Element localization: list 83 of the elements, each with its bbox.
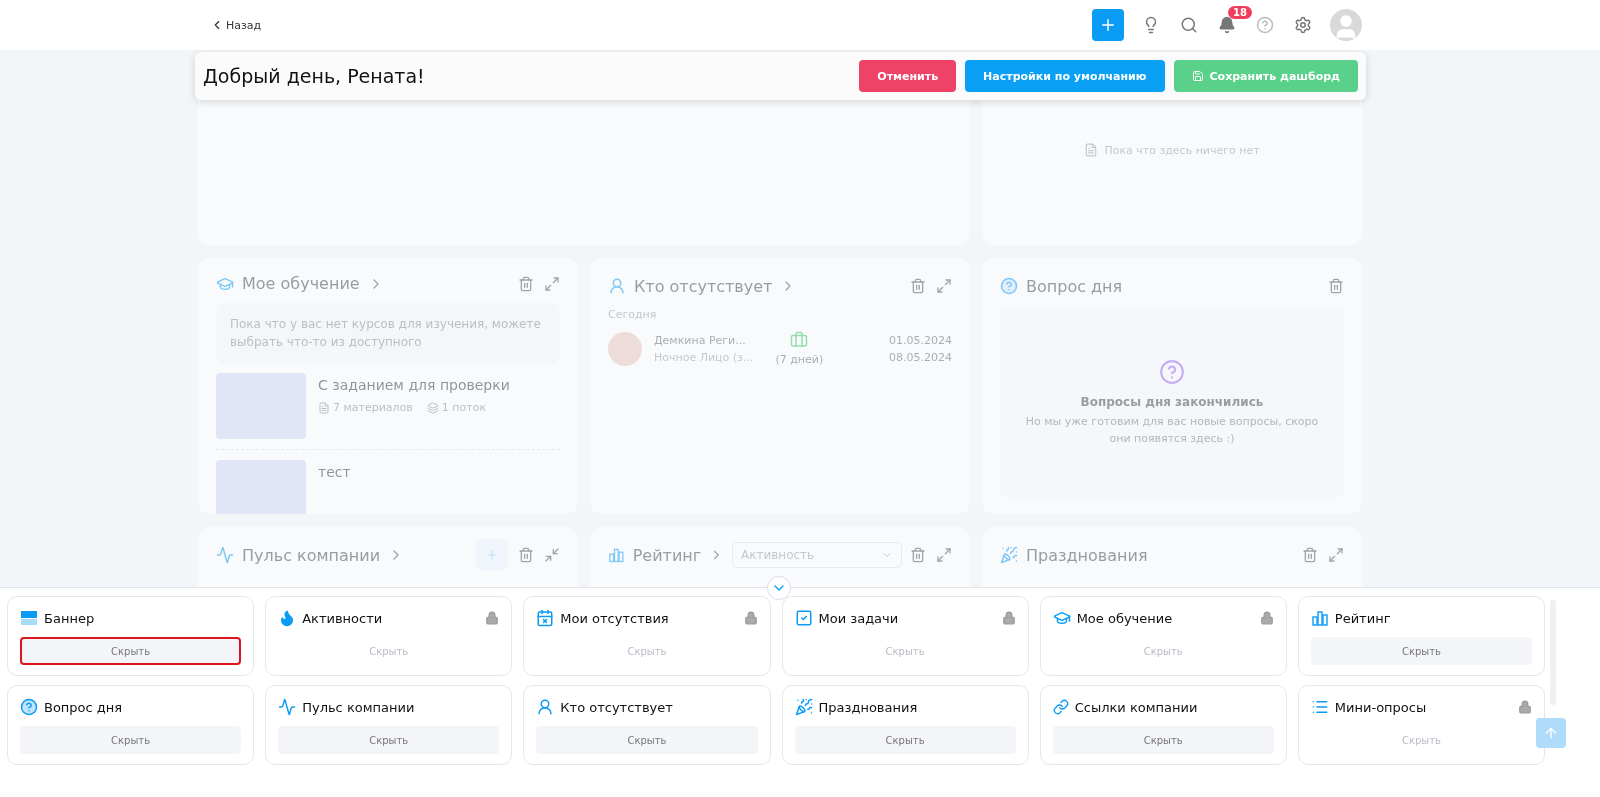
document-icon — [318, 401, 330, 414]
plus-icon — [485, 548, 499, 562]
hide-button[interactable]: Скрыть — [278, 726, 500, 754]
materials-count: 7 материалов — [333, 401, 413, 414]
pulse-icon — [278, 698, 297, 716]
list-icon — [1310, 698, 1329, 716]
expand-icon[interactable] — [936, 547, 952, 563]
toolbar-button[interactable]: Сохранить дашборд — [1173, 60, 1358, 92]
trash-icon[interactable] — [910, 547, 926, 563]
bar-chart-icon — [608, 546, 625, 564]
help-icon[interactable] — [1254, 14, 1276, 36]
expand-icon[interactable] — [936, 278, 952, 294]
empty-text: Но мы уже готовим для вас новые вопросы, скоро они появятся здесь :) — [1024, 414, 1320, 447]
banner-icon — [20, 609, 38, 627]
pulse-icon — [216, 546, 234, 564]
question-icon — [1159, 359, 1185, 385]
trash-icon[interactable] — [1302, 547, 1318, 563]
trash-icon[interactable] — [518, 275, 534, 292]
course-title[interactable]: тест — [318, 464, 351, 480]
widget-title: Мои отсутствия — [560, 610, 669, 626]
widget-title: Ссылки компании — [1074, 699, 1198, 715]
widget-title: Кто отсутствует — [560, 699, 673, 715]
card-title: Кто отсутствует — [634, 276, 773, 296]
widget-title: Мини-опросы — [1334, 699, 1427, 715]
widget-title: Мои задачи — [818, 610, 899, 626]
party-popper-icon — [1000, 546, 1018, 564]
hide-button[interactable]: Скрыть — [794, 726, 1016, 754]
collapse-icon[interactable] — [544, 547, 560, 563]
widget-title: Активности — [302, 610, 383, 626]
widget-title: Мое обучение — [1076, 610, 1173, 626]
card-title: Вопрос дня — [1026, 276, 1123, 296]
notification-badge: 18 — [1228, 6, 1252, 19]
collapse-button[interactable] — [767, 576, 791, 600]
link-icon — [1052, 699, 1069, 715]
help-icon — [20, 698, 38, 716]
avatar-placeholder — [608, 331, 642, 366]
trash-icon[interactable] — [910, 278, 926, 294]
calendar-icon — [536, 609, 555, 627]
checkbox-icon — [794, 609, 813, 627]
expand-icon[interactable] — [1328, 547, 1344, 563]
scroll-top-button[interactable] — [1536, 718, 1566, 748]
plus-icon — [1099, 16, 1117, 34]
user-icon — [608, 277, 626, 295]
widget-title: Празднования — [818, 699, 918, 715]
layers-icon — [426, 401, 439, 414]
toolbar-button[interactable]: Отменить — [859, 60, 957, 92]
person-name: Демкина Реги... — [654, 333, 747, 347]
briefcase-icon — [790, 331, 809, 349]
back-link[interactable]: Назад — [210, 18, 262, 32]
trash-icon[interactable] — [518, 547, 534, 563]
trash-icon[interactable] — [1328, 278, 1344, 294]
party-popper-icon — [794, 698, 813, 716]
document-icon — [1084, 143, 1099, 157]
empty-heading: Вопросы дня закончились — [1080, 395, 1264, 409]
empty-notice: Пока что у вас нет курсов для изучения, можете выбрать что-то из доступного — [216, 303, 560, 363]
end-date: 08.05.2024 — [889, 350, 952, 364]
bar-chart-icon — [1310, 609, 1329, 627]
absence-duration: (7 дней) — [775, 353, 824, 366]
card-title: Празднования — [1026, 545, 1148, 565]
help-icon — [1000, 277, 1018, 295]
widget-title: Баннер — [44, 610, 95, 626]
widget-title: Пульс компании — [302, 699, 415, 715]
streams-count: 1 поток — [441, 401, 487, 414]
hide-button[interactable]: Скрыть — [1310, 637, 1532, 665]
expand-icon[interactable] — [544, 275, 560, 292]
graduation-cap-icon — [1052, 609, 1071, 627]
hide-button[interactable]: Скрыть — [20, 726, 242, 754]
greeting-title: Добрый день, Рената! — [203, 65, 425, 87]
card-title: Рейтинг — [632, 545, 702, 565]
hide-button[interactable]: Скрыть — [1052, 726, 1274, 754]
save-icon — [1191, 70, 1204, 82]
toolbar-button[interactable]: Настройки по умолчанию — [965, 60, 1165, 92]
hide-button[interactable]: Скрыть — [20, 637, 242, 665]
card-title: Пульс компании — [242, 545, 381, 565]
user-avatar[interactable] — [1330, 9, 1362, 41]
card-title: Мое обучение — [242, 274, 360, 293]
hide-button[interactable]: Скрыть — [536, 726, 758, 754]
start-date: 01.05.2024 — [889, 333, 952, 347]
widget-title: Рейтинг — [1334, 610, 1391, 626]
widget-title: Вопрос дня — [44, 699, 123, 715]
user-icon — [536, 698, 555, 716]
add-button[interactable] — [1092, 9, 1124, 41]
course-title[interactable]: С заданием для проверки — [318, 377, 510, 393]
